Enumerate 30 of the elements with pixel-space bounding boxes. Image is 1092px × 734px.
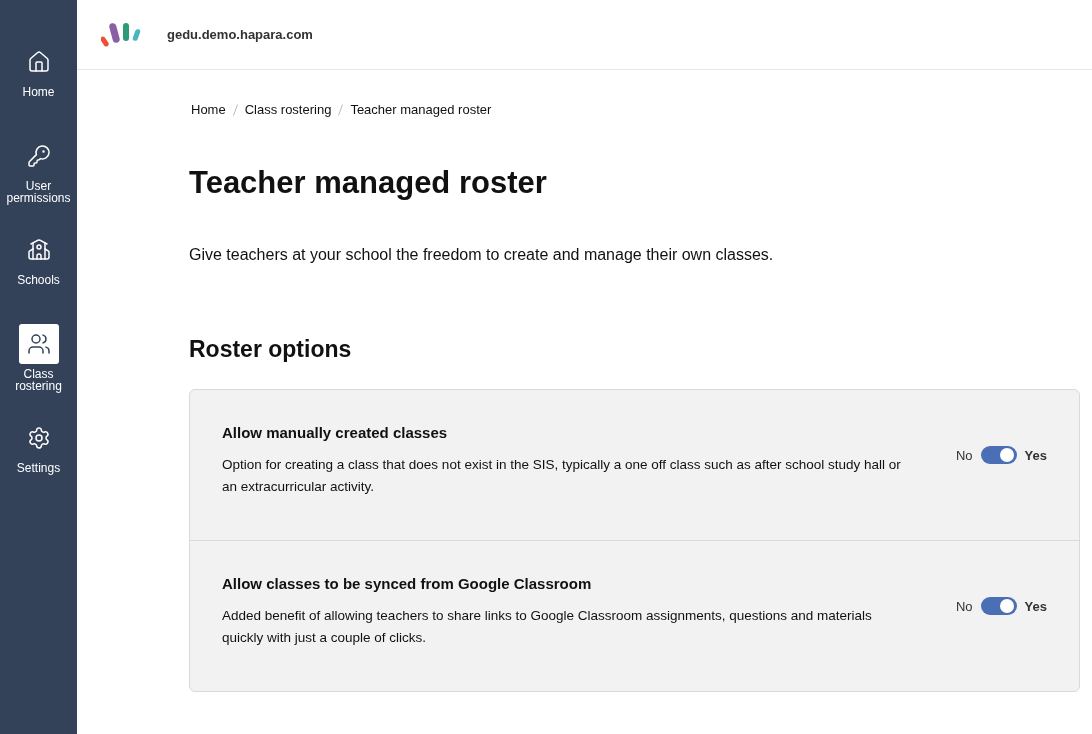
- breadcrumb-link[interactable]: Class rostering: [244, 102, 332, 117]
- key-icon: [26, 144, 51, 168]
- option-title: Allow manually created classes: [222, 424, 449, 441]
- option-title: Allow classes to be synced from Google Classroom: [222, 575, 593, 592]
- nav-item[interactable]: Home: [0, 42, 77, 136]
- option-description: Option for creating a class that does not exist in the SIS, typically a one off class such as after school study hall or an extracurricular activity.: [222, 456, 902, 496]
- nav-item[interactable]: Class rostering: [0, 324, 77, 418]
- breadcrumb-separator: [232, 103, 238, 116]
- nav-item[interactable]: Settings: [0, 418, 77, 512]
- page-description: Give teachers at your school the freedom to create and manage their own classes.: [189, 246, 775, 264]
- school-icon: [26, 238, 51, 262]
- breadcrumb-link[interactable]: Teacher managed roster: [350, 102, 492, 117]
- domain-name: gedu.demo.hapara.com: [167, 27, 313, 42]
- toggle-label: No: [955, 598, 973, 614]
- breadcrumb-link[interactable]: Home: [191, 102, 226, 117]
- toggle-label: Yes: [1024, 447, 1047, 463]
- toggle-switch[interactable]: [980, 597, 1017, 615]
- settings-icon: [26, 426, 51, 450]
- toggle-label: Yes: [1024, 598, 1047, 614]
- toggle-switch[interactable]: [980, 446, 1017, 464]
- users-icon: [26, 332, 51, 356]
- toggle-label: No: [955, 447, 973, 463]
- option-description: Added benefit of allowing teachers to share links to Google Classroom assignments, questions and materials quickly with just a couple of clicks.: [222, 607, 873, 647]
- home-icon: [26, 50, 51, 74]
- nav-item[interactable]: Schools: [0, 230, 77, 324]
- logo-icon: [101, 21, 143, 48]
- section-title: Roster options: [189, 336, 353, 363]
- breadcrumb-separator: [338, 103, 344, 116]
- nav-item[interactable]: User permissions: [0, 136, 77, 230]
- page-title: Teacher managed roster: [189, 165, 548, 201]
